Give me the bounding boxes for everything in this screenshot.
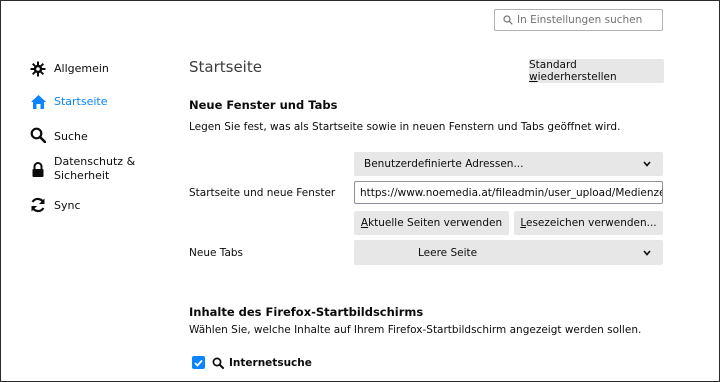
sidebar-item-label: Startseite	[54, 95, 108, 108]
chevron-down-icon	[643, 161, 651, 167]
new-tabs-label: Neue Tabs	[189, 247, 244, 259]
section-title-new-windows: Neue Fenster und Tabs	[189, 98, 338, 112]
chevron-down-icon	[643, 249, 651, 256]
homepage-mode-value: Benutzerdefinierte Adressen...	[364, 158, 524, 170]
sidebar-item-label: Allgemein	[54, 62, 109, 75]
page-title: Startseite	[189, 58, 262, 76]
sidebar-item-label: Suche	[54, 130, 88, 143]
sidebar-item-label: Sync	[54, 199, 81, 212]
gear-icon	[29, 60, 47, 78]
new-tabs-select[interactable]: Leere Seite	[354, 240, 663, 265]
search-icon	[29, 126, 47, 144]
web-search-label: Internetsuche	[229, 356, 312, 369]
section-description-new-windows: Legen Sie fest, was als Startseite sowie…	[189, 121, 621, 133]
web-search-checkbox[interactable]	[192, 356, 205, 369]
restore-defaults-button[interactable]: Standard wiederherstellen	[529, 59, 664, 83]
lock-icon	[29, 161, 47, 179]
section-description-firefox-home: Wählen Sie, welche Inhalte auf Ihrem Fir…	[189, 324, 642, 336]
use-current-pages-label: Aktuelle Seiten verwenden	[360, 217, 503, 229]
sidebar-item-general[interactable]: Allgemein	[29, 60, 109, 78]
sidebar-item-label-line1: Datenschutz &	[54, 155, 136, 168]
search-placeholder: In Einstellungen suchen	[517, 14, 643, 26]
new-tabs-value: Leere Seite	[418, 246, 478, 259]
homepage-label: Startseite und neue Fenster	[189, 187, 336, 199]
settings-search-input[interactable]: In Einstellungen suchen	[494, 9, 663, 31]
sidebar-item-label-line2: Sicherheit	[54, 169, 110, 182]
sidebar-item-privacy[interactable]: Datenschutz & Sicherheit	[29, 155, 135, 183]
sidebar-item-search[interactable]: Suche	[29, 126, 88, 144]
web-search-option[interactable]: Internetsuche	[192, 356, 312, 369]
search-icon	[503, 15, 513, 25]
use-bookmark-label: Lesezeichen verwenden...	[520, 217, 657, 229]
sync-icon	[29, 196, 47, 214]
use-current-pages-button[interactable]: Aktuelle Seiten verwenden	[354, 211, 509, 235]
sidebar-item-sync[interactable]: Sync	[29, 196, 81, 214]
search-icon	[212, 357, 224, 369]
section-title-firefox-home: Inhalte des Firefox-Startbildschirms	[189, 305, 424, 319]
home-icon	[29, 93, 47, 111]
checkmark-icon	[194, 359, 203, 367]
homepage-mode-select[interactable]: Benutzerdefinierte Adressen...	[354, 152, 663, 176]
restore-defaults-label: Standard wiederherstellen	[529, 59, 617, 83]
sidebar-item-label: Datenschutz & Sicherheit	[54, 155, 135, 183]
sidebar-item-home[interactable]: Startseite	[29, 93, 108, 111]
homepage-url-input[interactable]: https://www.noemedia.at/fileadmin/user_u…	[354, 181, 663, 204]
use-bookmark-button[interactable]: Lesezeichen verwenden...	[514, 211, 663, 235]
